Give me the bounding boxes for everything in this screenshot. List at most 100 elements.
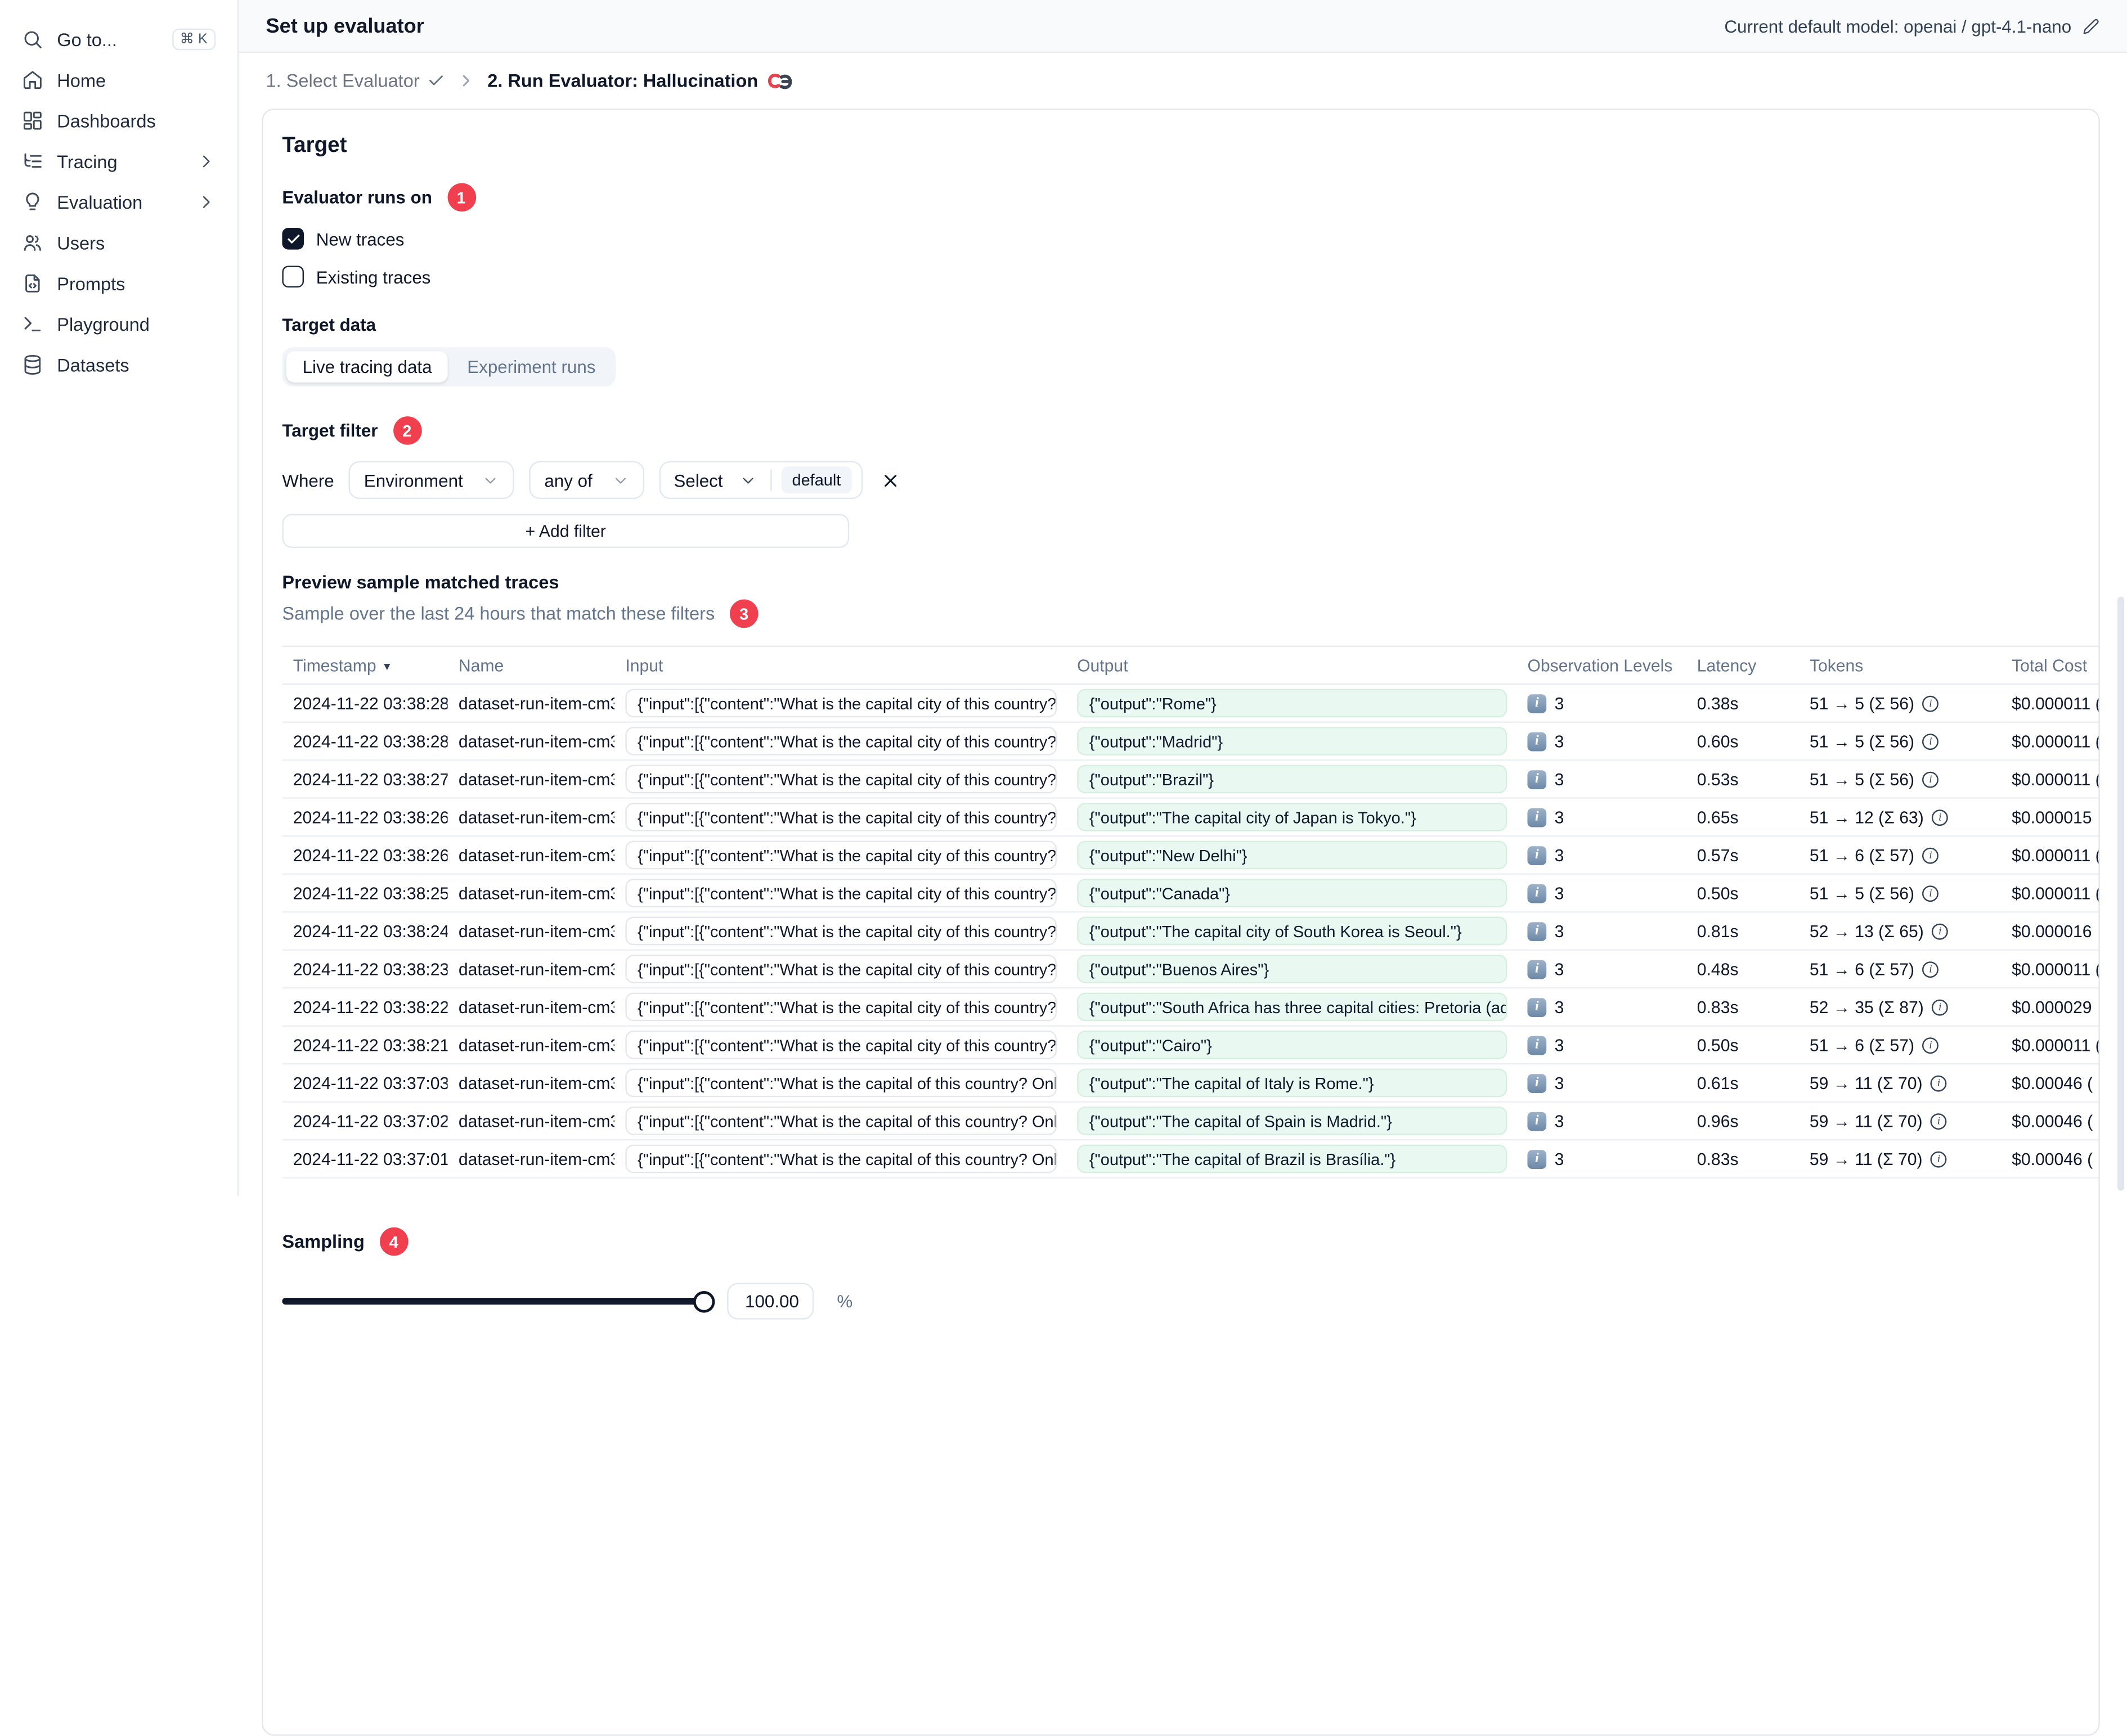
cell-latency: 0.38s [1686,684,1799,723]
cell-input[interactable]: {"input":[{"content":"What is the capita… [625,727,1057,755]
cell-input[interactable]: {"input":[{"content":"What is the capita… [625,840,1057,870]
cell-observation-levels: i 3 [1516,684,1686,723]
table-row[interactable]: 2024-11-22 03:38:26 dataset-run-item-cm3… [282,798,2099,837]
chevron-right-icon [203,196,210,208]
sidebar-item-datasets[interactable]: Datasets [0,344,237,385]
filter-operator-select[interactable]: any of [529,461,644,500]
cell-name: dataset-run-item-cm3s4 [447,1026,615,1065]
breadcrumb-step-1[interactable]: 1. Select Evaluator [266,70,445,91]
sidebar-item-users[interactable]: Users [0,222,237,263]
tab-live-tracing-data[interactable]: Live tracing data [286,351,448,383]
col-input[interactable]: Input [614,645,1066,685]
checkbox-existing-traces[interactable]: Existing traces [282,266,2079,288]
col-output[interactable]: Output [1066,645,1517,685]
add-filter-button[interactable]: + Add filter [282,514,850,548]
slider-track[interactable] [282,1298,704,1305]
cell-input[interactable]: {"input":[{"content":"What is the capita… [625,1068,1057,1098]
cell-output[interactable]: {"output":"Buenos Aires"} [1077,955,1507,983]
filter-column-select[interactable]: Environment [349,461,515,500]
cell-input[interactable]: {"input":[{"content":"What is the capita… [625,689,1057,718]
tab-experiment-runs[interactable]: Experiment runs [451,351,612,382]
col-timestamp[interactable]: Timestamp ▼ [282,645,448,685]
col-name[interactable]: Name [447,645,615,685]
table-row[interactable]: 2024-11-22 03:38:23 dataset-run-item-cm3… [282,950,2099,989]
cell-output[interactable]: {"output":"Madrid"} [1077,727,1507,755]
cell-output[interactable]: {"output":"Cairo"} [1077,1031,1507,1059]
checkbox-checked-icon[interactable] [282,227,304,250]
table-row[interactable]: 2024-11-22 03:38:24 dataset-run-item-cm3… [282,912,2099,951]
sampling-slider[interactable] [282,1290,715,1312]
edit-pencil-icon[interactable] [2082,17,2099,34]
sidebar-item-playground[interactable]: Playground [0,304,237,344]
sidebar-item-label: Prompts [57,273,125,294]
cell-name: dataset-run-item-cm3s4 [447,1101,615,1141]
filter-value-select[interactable]: Select default [658,461,863,500]
cell-input[interactable]: {"input":[{"content":"What is the capita… [625,992,1057,1022]
cell-output[interactable]: {"output":"South Africa has three capita… [1077,992,1507,1022]
cell-tokens: 59 → 11 (Σ 70) i [1798,1140,2001,1179]
info-circle-icon: i [1922,695,1939,712]
table-row[interactable]: 2024-11-22 03:37:02 dataset-run-item-cm3… [282,1101,2099,1141]
table-row[interactable]: 2024-11-22 03:38:21 dataset-run-item-cm3… [282,1026,2099,1065]
cell-output[interactable]: {"output":"The capital of Italy is Rome.… [1077,1068,1507,1098]
info-emoji-icon: i [1527,921,1547,941]
cell-output[interactable]: {"output":"New Delhi"} [1077,840,1507,870]
col-observation-levels[interactable]: Observation Levels [1516,645,1686,685]
cell-output[interactable]: {"output":"The capital of Spain is Madri… [1077,1107,1507,1135]
filter-value-chip[interactable]: default [781,466,852,494]
col-tokens[interactable]: Tokens [1798,645,2001,685]
table-row[interactable]: 2024-11-22 03:38:22 dataset-run-item-cm3… [282,988,2099,1027]
cell-input[interactable]: {"input":[{"content":"What is the capita… [625,955,1057,983]
cell-input[interactable]: {"input":[{"content":"What is the capita… [625,1107,1057,1135]
cell-output[interactable]: {"output":"The capital city of South Kor… [1077,916,1507,946]
sampling-value-input[interactable] [727,1283,814,1320]
sidebar-item-prompts[interactable]: Prompts [0,263,237,304]
info-circle-icon: i [1932,999,1949,1015]
cell-output[interactable]: {"output":"The capital city of Japan is … [1077,803,1507,831]
cell-observation-levels: i 3 [1516,1026,1686,1065]
scrollbar[interactable] [2117,596,2125,1191]
goto-search[interactable]: Go to... ⌘ K [0,19,237,60]
app-root: Go to... ⌘ K Home Dashboards Tracing Eva… [0,0,2127,1736]
table-row[interactable]: 2024-11-22 03:38:26 dataset-run-item-cm3… [282,836,2099,875]
info-emoji-icon: i [1527,1111,1547,1131]
sidebar-item-home[interactable]: Home [0,60,237,100]
col-total-cost[interactable]: Total Cost [2000,645,2099,685]
cell-output[interactable]: {"output":"The capital of Brazil is Bras… [1077,1144,1507,1173]
info-emoji-icon: i [1527,959,1547,979]
cell-timestamp: 2024-11-22 03:38:28 [282,684,448,723]
cell-tokens: 51 → 6 (Σ 57) i [1798,836,2001,875]
cell-total-cost: $0.000011 ( [2000,836,2099,875]
table-row[interactable]: 2024-11-22 03:38:28 dataset-run-item-cm3… [282,722,2099,761]
table-row[interactable]: 2024-11-22 03:38:27 dataset-run-item-cm3… [282,760,2099,799]
sampling-slider-thumb[interactable] [693,1290,715,1312]
cell-tokens: 51 → 12 (Σ 63) i [1798,798,2001,837]
cell-total-cost: $0.000011 ( [2000,1026,2099,1065]
info-circle-icon: i [1932,923,1949,939]
cell-input[interactable]: {"input":[{"content":"What is the capita… [625,1144,1057,1173]
checkbox-new-traces[interactable]: New traces [282,227,2079,250]
remove-filter-icon[interactable] [880,470,900,490]
cell-input[interactable]: {"input":[{"content":"What is the capita… [625,1031,1057,1059]
sidebar-item-dashboards[interactable]: Dashboards [0,100,237,141]
page-title: Set up evaluator [266,14,424,38]
cell-input[interactable]: {"input":[{"content":"What is the capita… [625,916,1057,946]
sidebar-item-label: Evaluation [57,192,143,213]
cell-input[interactable]: {"input":[{"content":"What is the capita… [625,803,1057,831]
col-latency[interactable]: Latency [1686,645,1799,685]
table-row[interactable]: 2024-11-22 03:37:03 dataset-run-item-cm3… [282,1064,2099,1103]
cell-output[interactable]: {"output":"Brazil"} [1077,764,1507,794]
cell-output[interactable]: {"output":"Canada"} [1077,879,1507,907]
cell-latency: 0.83s [1686,1140,1799,1179]
cell-output[interactable]: {"output":"Rome"} [1077,689,1507,718]
cell-name: dataset-run-item-cm3s4 [447,798,615,837]
cell-input[interactable]: {"input":[{"content":"What is the capita… [625,879,1057,907]
sidebar-item-tracing[interactable]: Tracing [0,141,237,182]
info-emoji-icon: i [1527,1149,1547,1168]
table-row[interactable]: 2024-11-22 03:38:25 dataset-run-item-cm3… [282,874,2099,913]
table-row[interactable]: 2024-11-22 03:37:01 dataset-run-item-cm3… [282,1140,2099,1179]
sidebar-item-evaluation[interactable]: Evaluation [0,182,237,222]
table-row[interactable]: 2024-11-22 03:38:28 dataset-run-item-cm3… [282,684,2099,723]
checkbox-unchecked-icon[interactable] [282,266,304,288]
cell-input[interactable]: {"input":[{"content":"What is the capita… [625,764,1057,794]
